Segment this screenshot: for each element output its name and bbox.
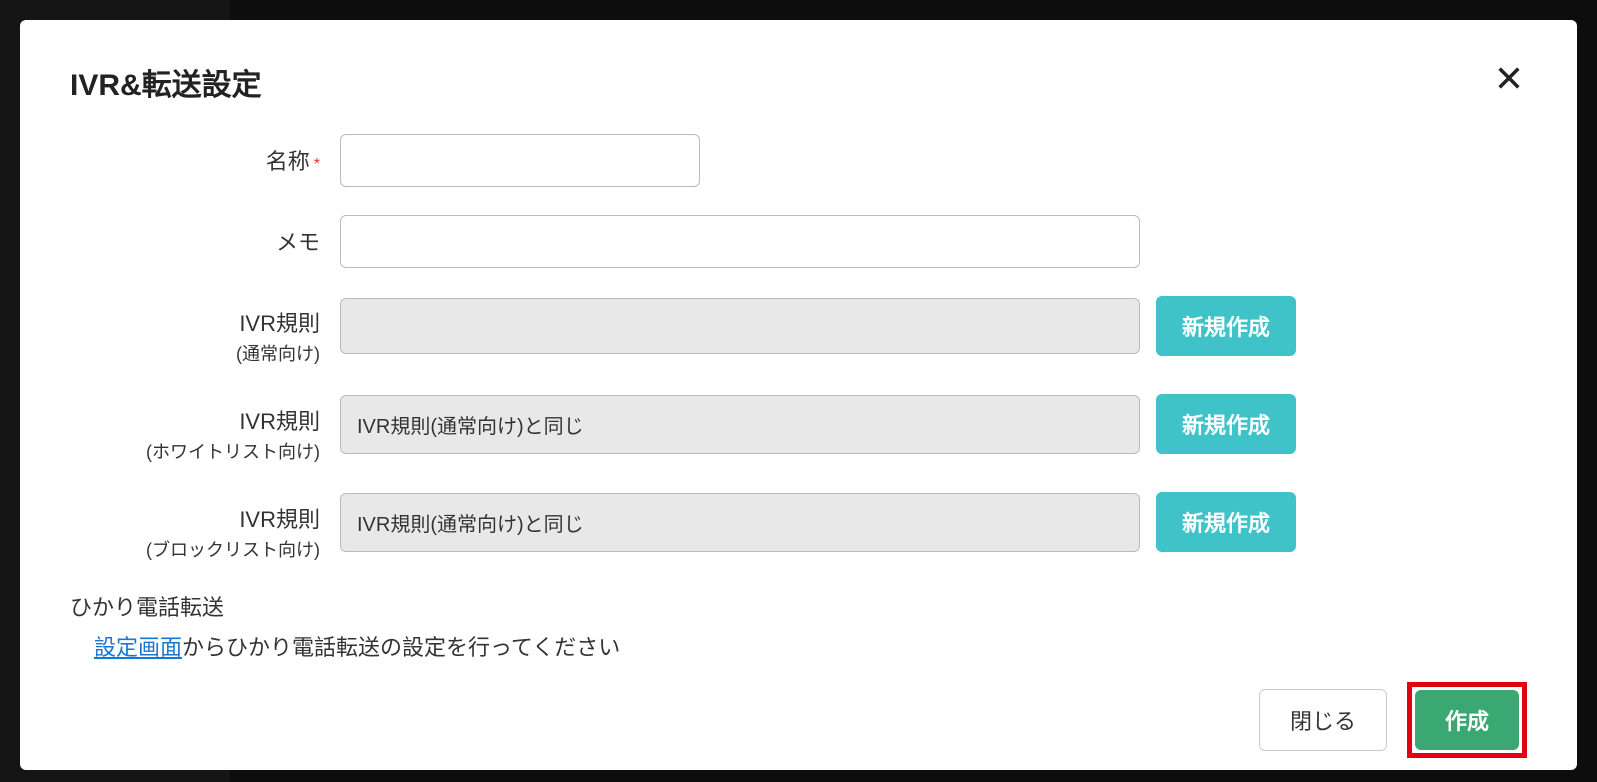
- memo-label: メモ: [276, 230, 320, 255]
- form-row-ivr-blocklist: IVR規則 (ブロックリスト向け) IVR規則(通常向け)と同じ 新規作成: [70, 492, 1527, 562]
- input-col: 新規作成: [340, 296, 1527, 356]
- form-row-memo: メモ: [70, 215, 1527, 268]
- label-col: IVR規則 (通常向け): [70, 296, 340, 366]
- input-col: [340, 215, 1527, 268]
- name-label: 名称: [266, 149, 310, 174]
- memo-input[interactable]: [340, 215, 1140, 268]
- ivr-blocklist-sublabel: (ブロックリスト向け): [70, 536, 320, 562]
- modal-title: IVR&転送設定: [70, 60, 262, 104]
- ivr-whitelist-select[interactable]: IVR規則(通常向け)と同じ: [340, 395, 1140, 454]
- hikari-text: 設定画面からひかり電話転送の設定を行ってください: [70, 630, 1527, 662]
- footer-create-button[interactable]: 作成: [1415, 690, 1519, 750]
- hikari-title: ひかり電話転送: [70, 590, 1527, 622]
- ivr-whitelist-sublabel: (ホワイトリスト向け): [70, 438, 320, 464]
- label-col: IVR規則 (ブロックリスト向け): [70, 492, 340, 562]
- ivr-settings-modal: IVR&転送設定 名称* メモ IV: [20, 20, 1577, 770]
- label-col: 名称*: [70, 134, 340, 176]
- ivr-normal-select[interactable]: [340, 298, 1140, 354]
- ivr-normal-label: IVR規則: [239, 311, 320, 336]
- modal-footer: 閉じる 作成: [70, 682, 1527, 758]
- input-col: IVR規則(通常向け)と同じ 新規作成: [340, 394, 1527, 454]
- label-col: IVR規則 (ホワイトリスト向け): [70, 394, 340, 464]
- ivr-normal-sublabel: (通常向け): [70, 340, 320, 366]
- form-row-ivr-whitelist: IVR規則 (ホワイトリスト向け) IVR規則(通常向け)と同じ 新規作成: [70, 394, 1527, 464]
- hikari-settings-link[interactable]: 設定画面: [94, 635, 182, 660]
- ivr-blocklist-select[interactable]: IVR規則(通常向け)と同じ: [340, 493, 1140, 552]
- close-icon: [1495, 64, 1523, 92]
- required-mark: *: [314, 156, 320, 173]
- modal-header: IVR&転送設定: [70, 60, 1527, 104]
- hikari-section: ひかり電話転送 設定画面からひかり電話転送の設定を行ってください: [70, 590, 1527, 662]
- create-button-highlight: 作成: [1407, 682, 1527, 758]
- hikari-suffix: からひかり電話転送の設定を行ってください: [182, 635, 620, 660]
- input-col: IVR規則(通常向け)と同じ 新規作成: [340, 492, 1527, 552]
- label-col: メモ: [70, 215, 340, 257]
- ivr-whitelist-create-button[interactable]: 新規作成: [1156, 394, 1296, 454]
- ivr-normal-create-button[interactable]: 新規作成: [1156, 296, 1296, 356]
- input-col: [340, 134, 1527, 187]
- close-button[interactable]: [1491, 60, 1527, 99]
- ivr-blocklist-label: IVR規則: [239, 507, 320, 532]
- form-body: 名称* メモ IVR規則 (通常向け) 新規作成: [70, 134, 1527, 662]
- ivr-whitelist-label: IVR規則: [239, 409, 320, 434]
- form-row-ivr-normal: IVR規則 (通常向け) 新規作成: [70, 296, 1527, 366]
- name-input[interactable]: [340, 134, 700, 187]
- ivr-blocklist-create-button[interactable]: 新規作成: [1156, 492, 1296, 552]
- footer-close-button[interactable]: 閉じる: [1259, 689, 1387, 751]
- form-row-name: 名称*: [70, 134, 1527, 187]
